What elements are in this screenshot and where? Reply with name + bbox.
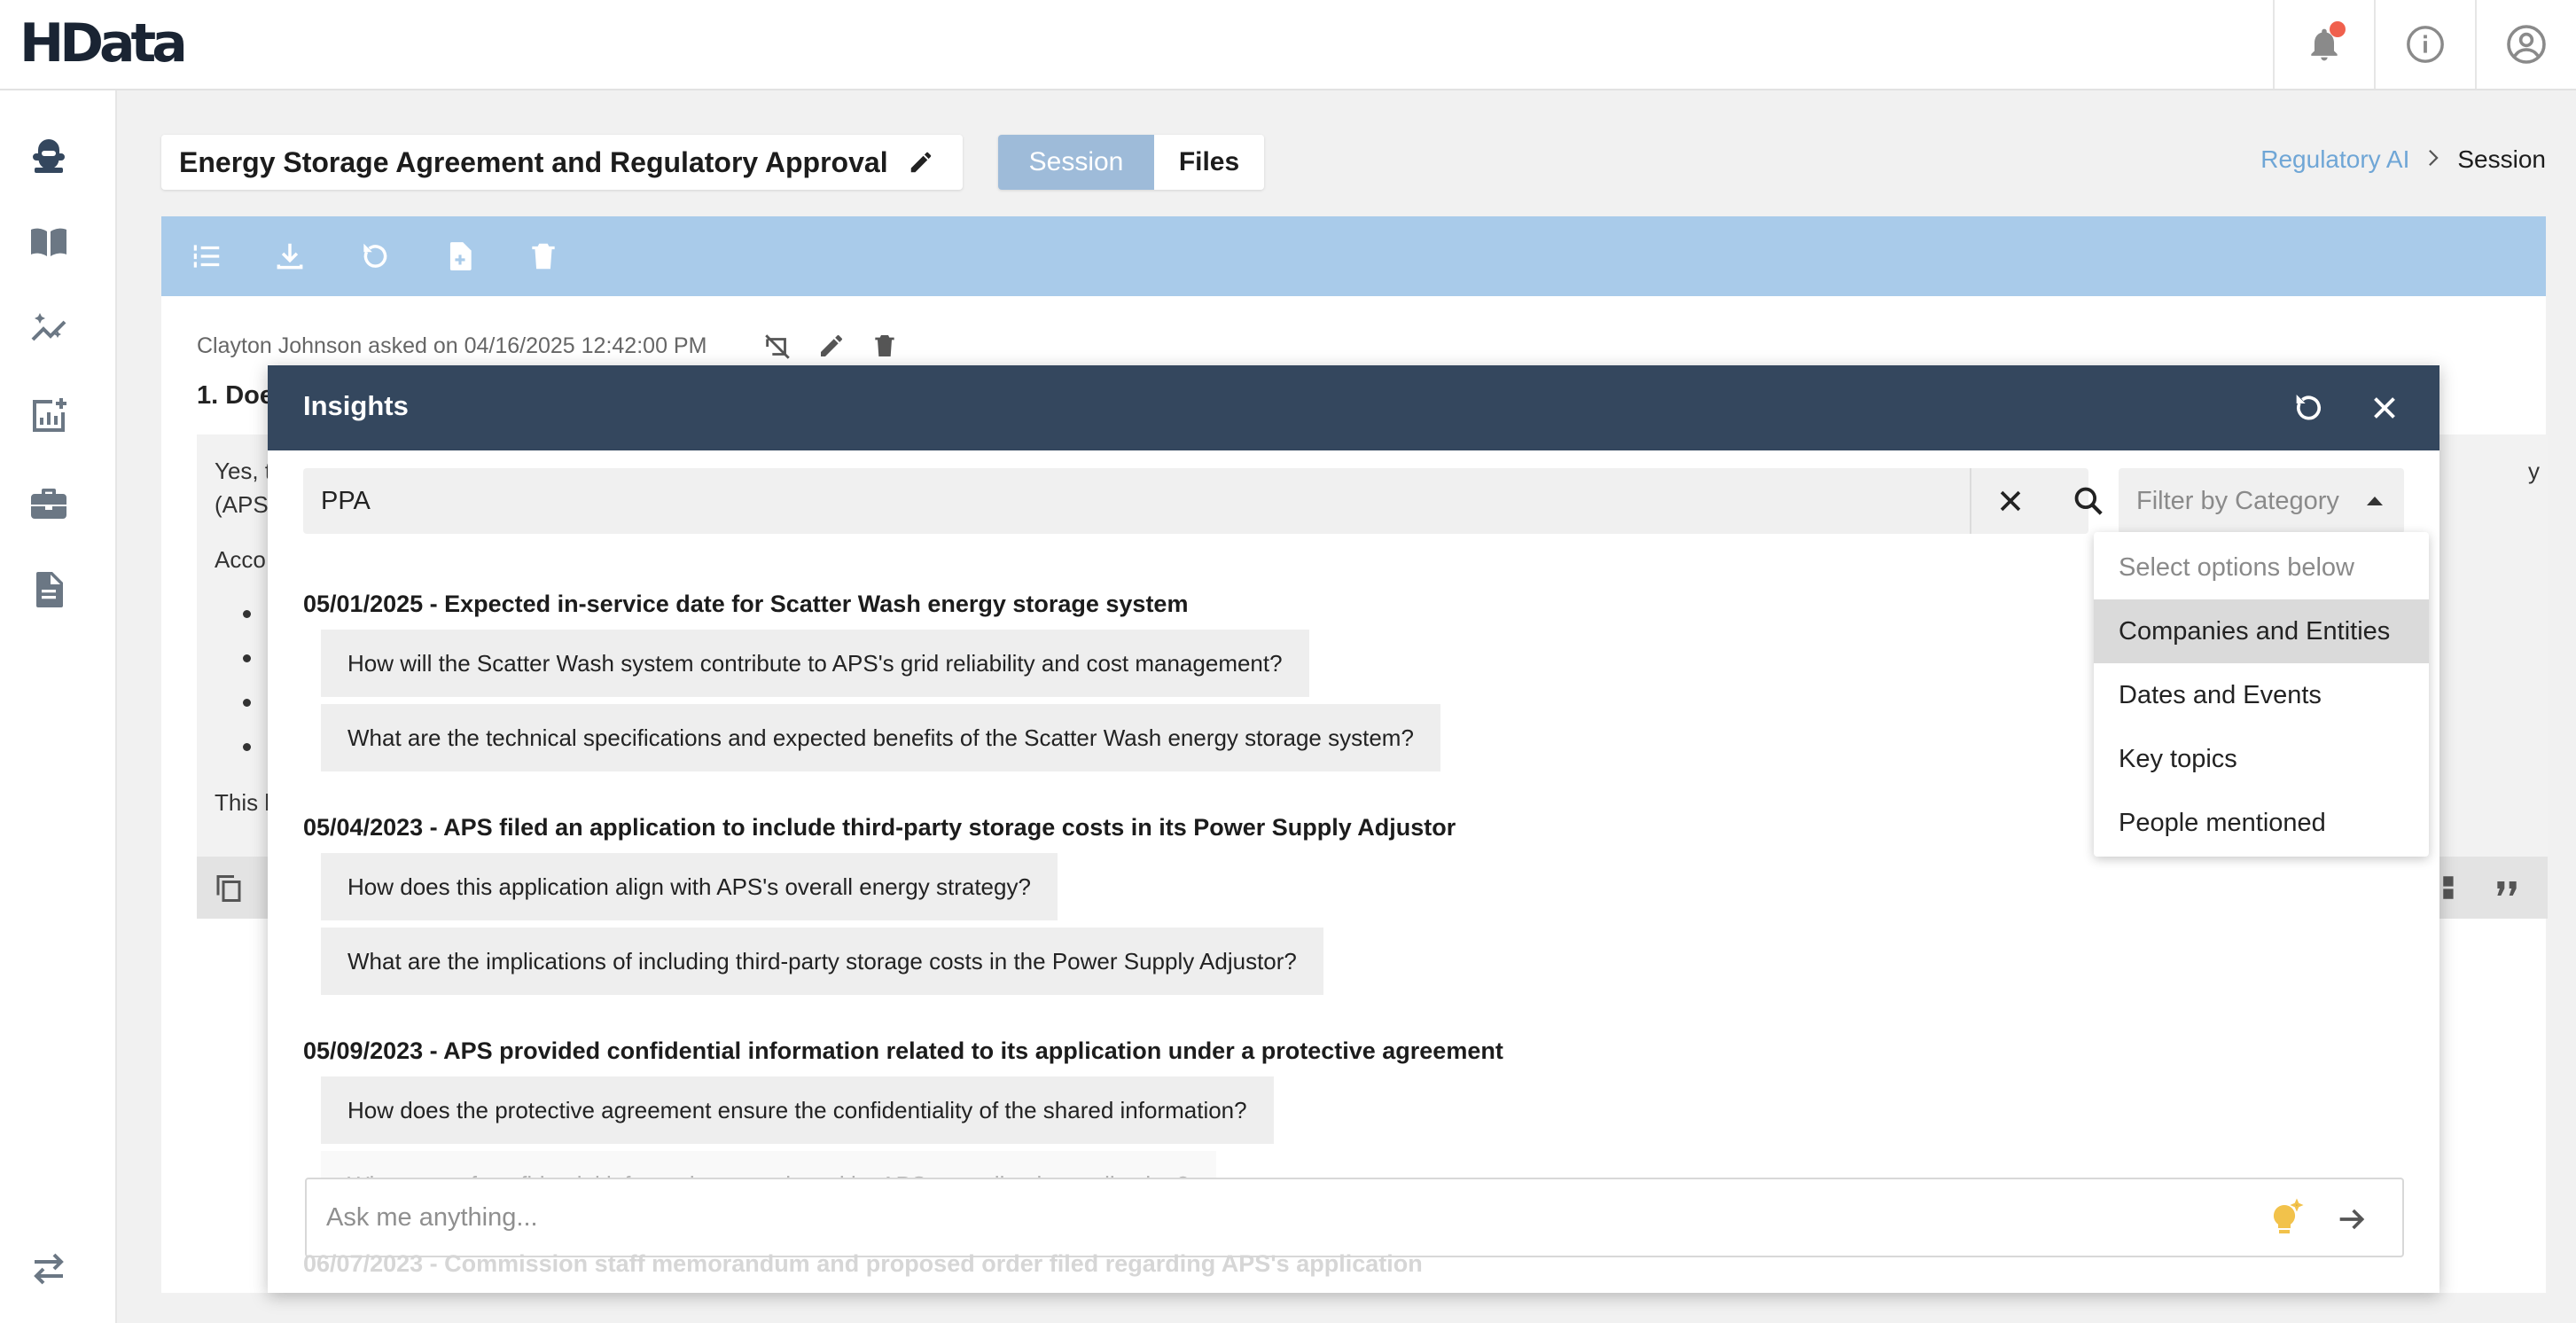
sidebar (0, 90, 117, 1323)
refresh-icon[interactable] (356, 238, 394, 275)
question-heading: 1. Doe (197, 381, 275, 410)
tab-session[interactable]: Session (998, 135, 1154, 190)
session-title: Energy Storage Agreement and Regulatory … (179, 145, 888, 178)
edit-off-icon[interactable] (762, 332, 792, 366)
insights-title: Insights (303, 390, 409, 421)
breadcrumb-current: Session (2457, 145, 2546, 173)
dropdown-option-people[interactable]: People mentioned (2094, 791, 2429, 855)
insights-sparkle-icon[interactable] (27, 307, 71, 351)
breadcrumb: Regulatory AI Session (2260, 145, 2546, 174)
insights-results: 05/01/2025 - Expected in-service date fo… (303, 578, 2058, 1217)
add-chart-icon[interactable] (27, 394, 71, 438)
delete-question-icon[interactable] (870, 332, 899, 366)
answer-line: (APS (215, 491, 269, 518)
list-numbered-icon[interactable] (188, 238, 225, 275)
list-bullet (243, 654, 251, 662)
hdata-logo[interactable]: HData (20, 12, 188, 74)
list-bullet (243, 699, 251, 707)
event-title-underlay: 06/07/2023 - Commission staff memorandum… (303, 1250, 1423, 1277)
bell-icon[interactable] (2273, 0, 2374, 89)
filter-placeholder: Filter by Category (2136, 486, 2339, 515)
event-title: 05/09/2023 - APS provided confidential i… (303, 1037, 1503, 1064)
suggested-question[interactable]: What are the implications of including t… (321, 928, 1323, 995)
swap-arrows-icon[interactable] (27, 1247, 71, 1291)
event-title: 05/04/2023 - APS filed an application to… (303, 814, 1456, 841)
ai-assistant-icon[interactable] (27, 133, 71, 177)
grid-view-icon[interactable] (2439, 873, 2470, 907)
search-icon[interactable] (2049, 468, 2127, 534)
answer-line: Yes, t (215, 458, 272, 484)
insights-search-bar (303, 468, 2103, 534)
answer-line-end: y (2528, 458, 2540, 484)
list-bullet (243, 743, 251, 751)
suggested-question[interactable]: How does the protective agreement ensure… (321, 1076, 1274, 1144)
trash-icon[interactable] (525, 238, 562, 275)
ask-bar (305, 1178, 2404, 1257)
ask-input[interactable] (307, 1179, 2257, 1256)
lightbulb-icon[interactable] (2262, 1197, 2307, 1241)
answer-line: Acco (215, 546, 266, 573)
asked-by-meta: Clayton Johnson asked on 04/16/2025 12:4… (197, 333, 707, 358)
info-icon[interactable] (2374, 0, 2475, 89)
top-bar: HData (0, 0, 2576, 90)
document-icon[interactable] (27, 568, 71, 612)
close-icon[interactable] (2365, 388, 2404, 427)
category-dropdown: Select options below Companies and Entit… (2094, 532, 2429, 857)
answer-closing: This l (215, 789, 270, 816)
session-title-card: Energy Storage Agreement and Regulatory … (161, 135, 963, 190)
library-book-icon[interactable] (27, 220, 71, 264)
suggested-question[interactable]: What are the technical specifications an… (321, 704, 1440, 771)
suggested-question[interactable]: How will the Scatter Wash system contrib… (321, 630, 1309, 697)
quote-icon[interactable] (2493, 874, 2521, 907)
dropdown-option-companies[interactable]: Companies and Entities (2094, 599, 2429, 663)
session-toolbar (161, 216, 2546, 296)
list-bullet (243, 610, 251, 618)
account-icon[interactable] (2475, 0, 2576, 89)
insights-header: Insights (268, 365, 2439, 450)
dropdown-header: Select options below (2119, 552, 2354, 582)
clear-search-icon[interactable] (1971, 468, 2049, 534)
edit-question-icon[interactable] (817, 332, 846, 366)
dropdown-option-dates[interactable]: Dates and Events (2094, 663, 2429, 727)
copy-icon[interactable] (213, 873, 245, 909)
suggested-question[interactable]: How does this application align with APS… (321, 853, 1058, 920)
send-arrow-icon[interactable] (2330, 1197, 2374, 1241)
breadcrumb-regulatory-ai[interactable]: Regulatory AI (2260, 145, 2409, 174)
tab-files[interactable]: Files (1154, 135, 1264, 190)
view-tabs: Session Files (998, 135, 1264, 190)
event-title: 05/01/2025 - Expected in-service date fo… (303, 591, 1189, 617)
new-file-icon[interactable] (441, 238, 479, 275)
dropdown-option-key-topics[interactable]: Key topics (2094, 727, 2429, 791)
top-icons (2273, 0, 2576, 89)
refresh-insights-icon[interactable] (2289, 388, 2328, 427)
edit-title-icon[interactable] (908, 149, 934, 176)
briefcase-icon[interactable] (27, 481, 71, 525)
caret-up-icon (2367, 497, 2383, 505)
notification-badge (2330, 21, 2346, 37)
download-icon[interactable] (271, 238, 308, 275)
filter-by-category-select[interactable]: Filter by Category (2119, 468, 2404, 534)
question-actions (762, 332, 899, 366)
insights-search-input[interactable] (303, 468, 1934, 534)
chevron-right-icon (2425, 145, 2441, 174)
